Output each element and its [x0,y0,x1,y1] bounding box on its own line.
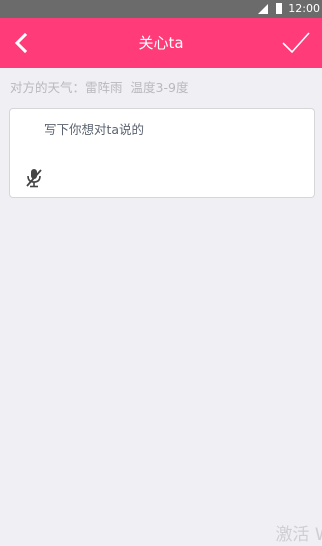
chevron-left-icon [14,32,28,54]
status-time: 12:00 [288,2,320,15]
weather-info: 对方的天气：雷阵雨 温度3-9度 [10,79,188,97]
weather-label: 对方的天气： [10,80,86,95]
status-bar: 12:00 [0,0,322,18]
voice-input-button[interactable] [24,167,44,189]
confirm-button[interactable] [276,26,316,60]
message-box [9,108,315,198]
app-header: 关心ta [0,18,322,68]
microphone-muted-icon [26,169,42,188]
back-button[interactable] [4,26,38,60]
weather-temperature: 温度3-9度 [130,80,189,95]
check-icon [282,32,310,54]
battery-icon [276,3,282,14]
activation-watermark: 激活 Wi [275,525,322,545]
signal-icon [258,4,268,14]
message-input[interactable] [44,119,304,139]
weather-condition: 雷阵雨 [85,80,123,95]
page-title: 关心ta [138,34,184,52]
